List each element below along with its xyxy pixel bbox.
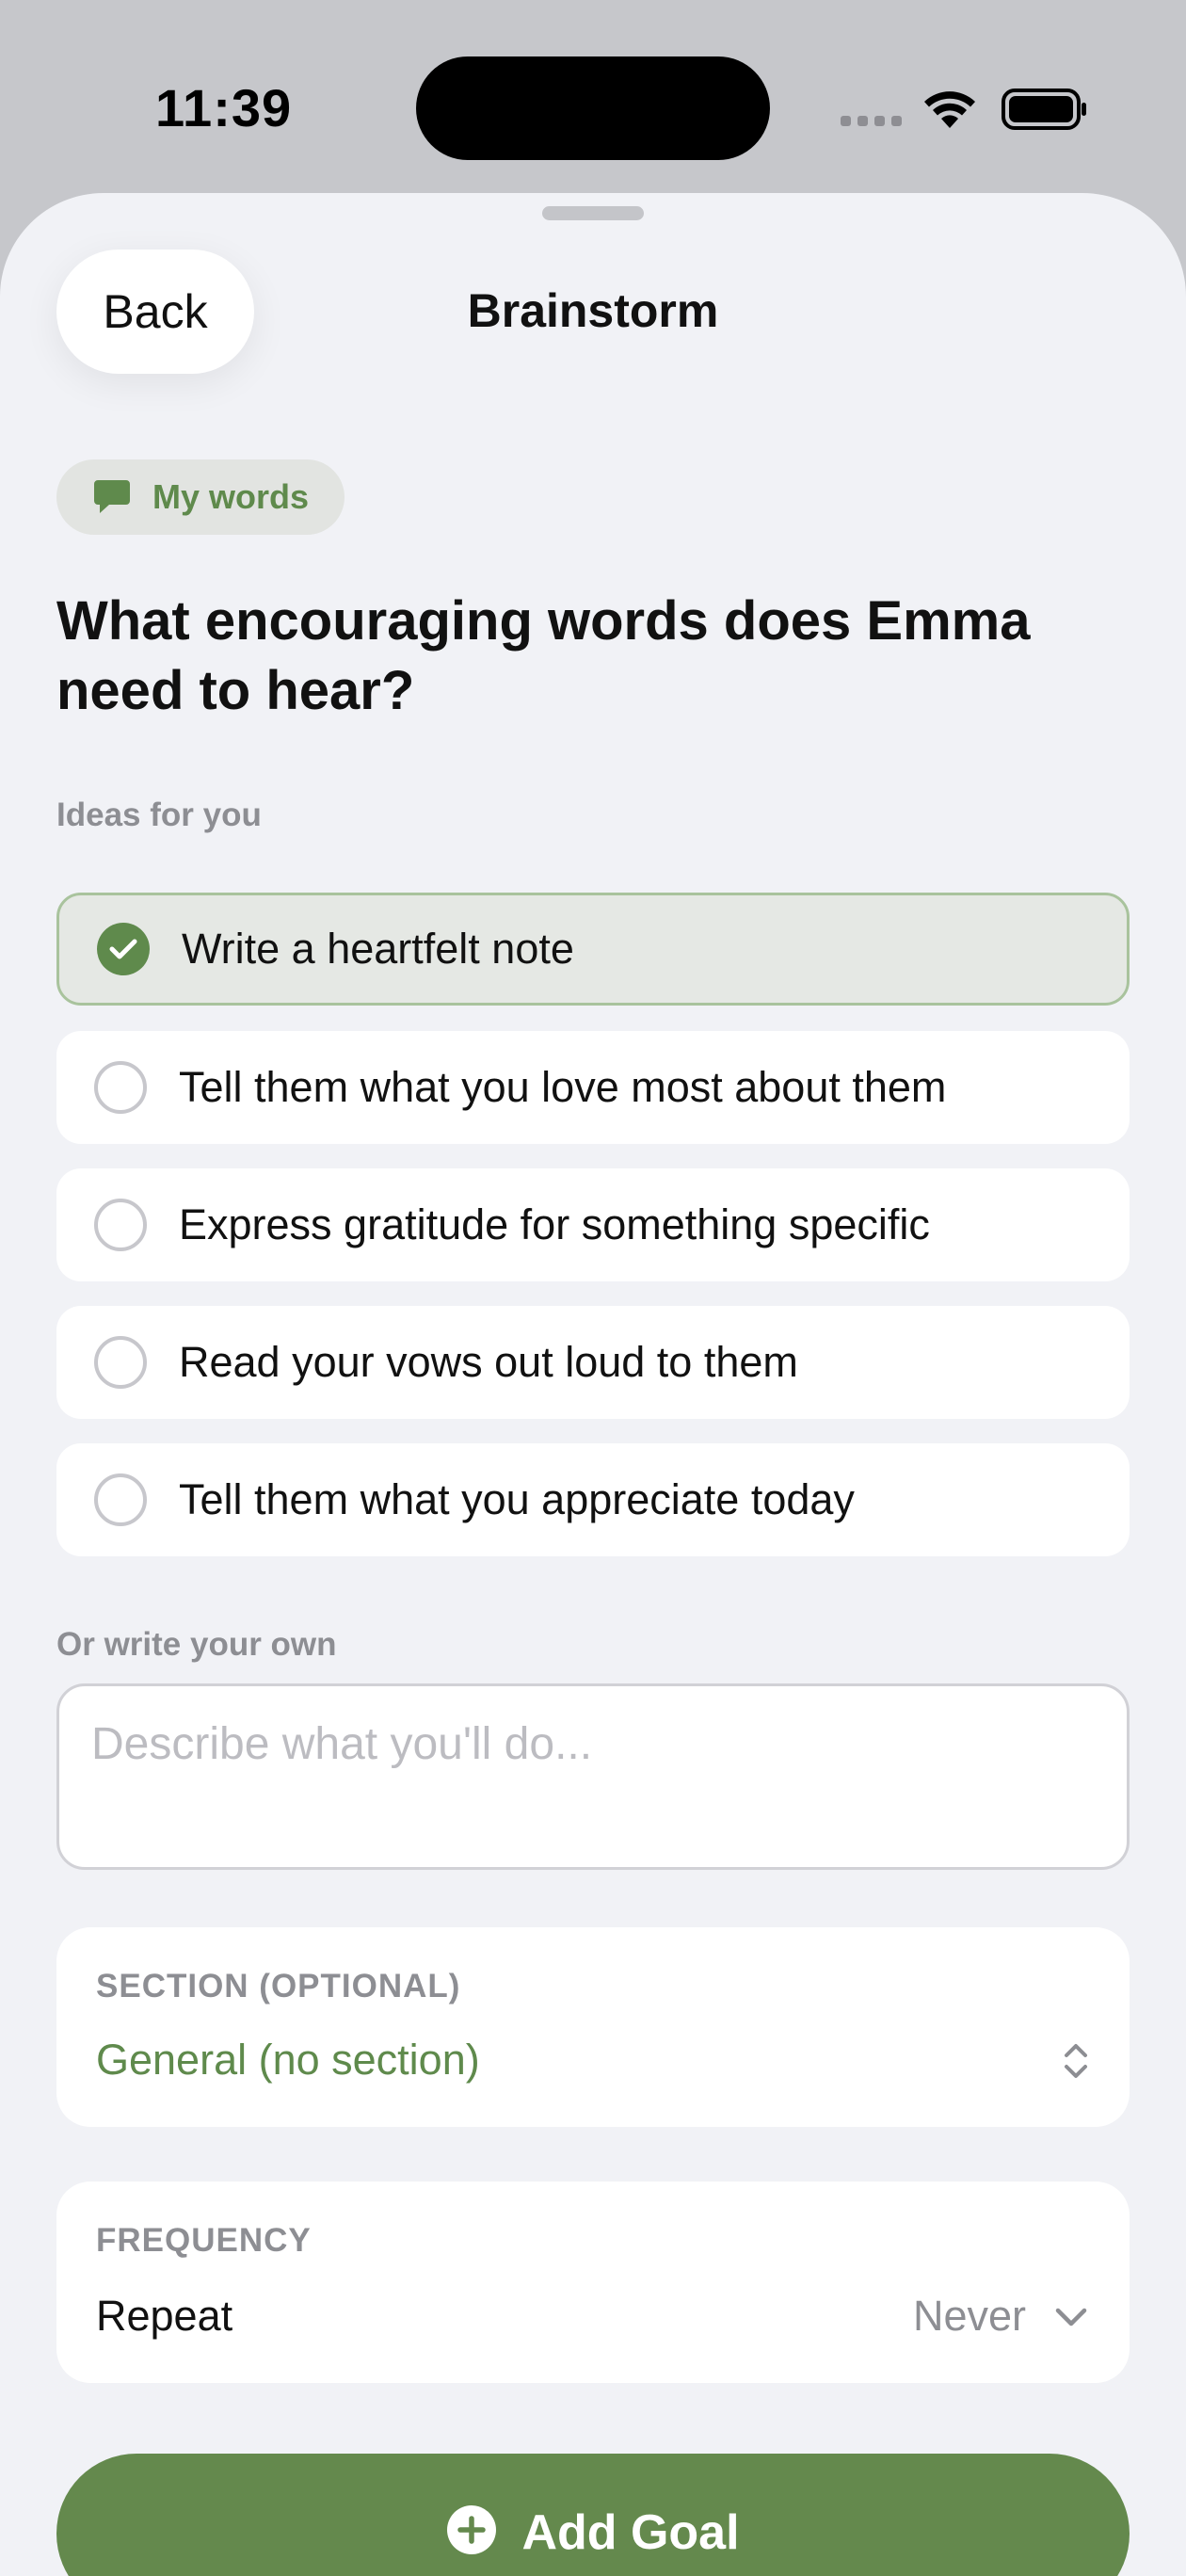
brainstorm-sheet: Back Brainstorm My words What encouragin…: [0, 193, 1186, 2576]
category-tag-label: My words: [152, 477, 310, 516]
ideas-label: Ideas for you: [56, 797, 262, 833]
speech-bubble-icon: [94, 480, 130, 513]
sheet-grabber[interactable]: [542, 206, 644, 220]
frequency-label: FREQUENCY: [96, 2222, 312, 2259]
idea-option-5[interactable]: Tell them what you appreciate today: [56, 1443, 1130, 1556]
plus-circle-icon: [447, 2505, 497, 2554]
idea-option-4[interactable]: Read your vows out loud to them: [56, 1306, 1130, 1419]
custom-goal-input[interactable]: [56, 1683, 1130, 1870]
radio-circle-icon: [94, 1473, 147, 1526]
status-time: 11:39: [155, 78, 293, 137]
idea-option-2[interactable]: Tell them what you love most about them: [56, 1031, 1130, 1144]
chevron-up-down-icon: [1065, 2044, 1087, 2078]
add-goal-button[interactable]: Add Goal: [56, 2454, 1130, 2576]
add-goal-label: Add Goal: [521, 2505, 740, 2560]
question-heading: What encouraging words does Emma need to…: [56, 590, 1031, 721]
radio-circle-icon: [94, 1199, 147, 1251]
write-own-label: Or write your own: [56, 1626, 337, 1663]
frequency-card: FREQUENCY Repeat Never: [56, 2182, 1130, 2383]
repeat-label: Repeat: [96, 2292, 233, 2340]
idea-option-text: Tell them what you love most about them: [179, 1063, 947, 1111]
dynamic-island: [416, 56, 770, 160]
section-picker-value: General (no section): [96, 2036, 480, 2084]
checkmark-icon: [97, 923, 150, 975]
wifi-icon: [924, 91, 975, 128]
idea-option-text: Express gratitude for something specific: [179, 1200, 930, 1248]
chevron-down-icon[interactable]: [1054, 2306, 1088, 2328]
idea-option-text: Read your vows out loud to them: [179, 1338, 798, 1386]
page-title: Brainstorm: [467, 284, 719, 337]
idea-option-text: Tell them what you appreciate today: [179, 1475, 855, 1523]
radio-circle-icon: [94, 1336, 147, 1389]
status-bar: 11:39: [0, 0, 1186, 193]
category-tag: My words: [56, 459, 345, 535]
idea-option-1[interactable]: Write a heartfelt note: [56, 893, 1130, 1006]
battery-icon: [1002, 89, 1086, 130]
idea-option-3[interactable]: Express gratitude for something specific: [56, 1168, 1130, 1281]
section-picker[interactable]: SECTION (OPTIONAL) General (no section): [56, 1927, 1130, 2127]
section-picker-label: SECTION (OPTIONAL): [96, 1968, 461, 2004]
idea-option-text: Write a heartfelt note: [182, 925, 574, 973]
cellular-signal-icon: [841, 116, 902, 126]
radio-circle-icon: [94, 1061, 147, 1114]
repeat-dropdown[interactable]: Never: [913, 2292, 1026, 2341]
